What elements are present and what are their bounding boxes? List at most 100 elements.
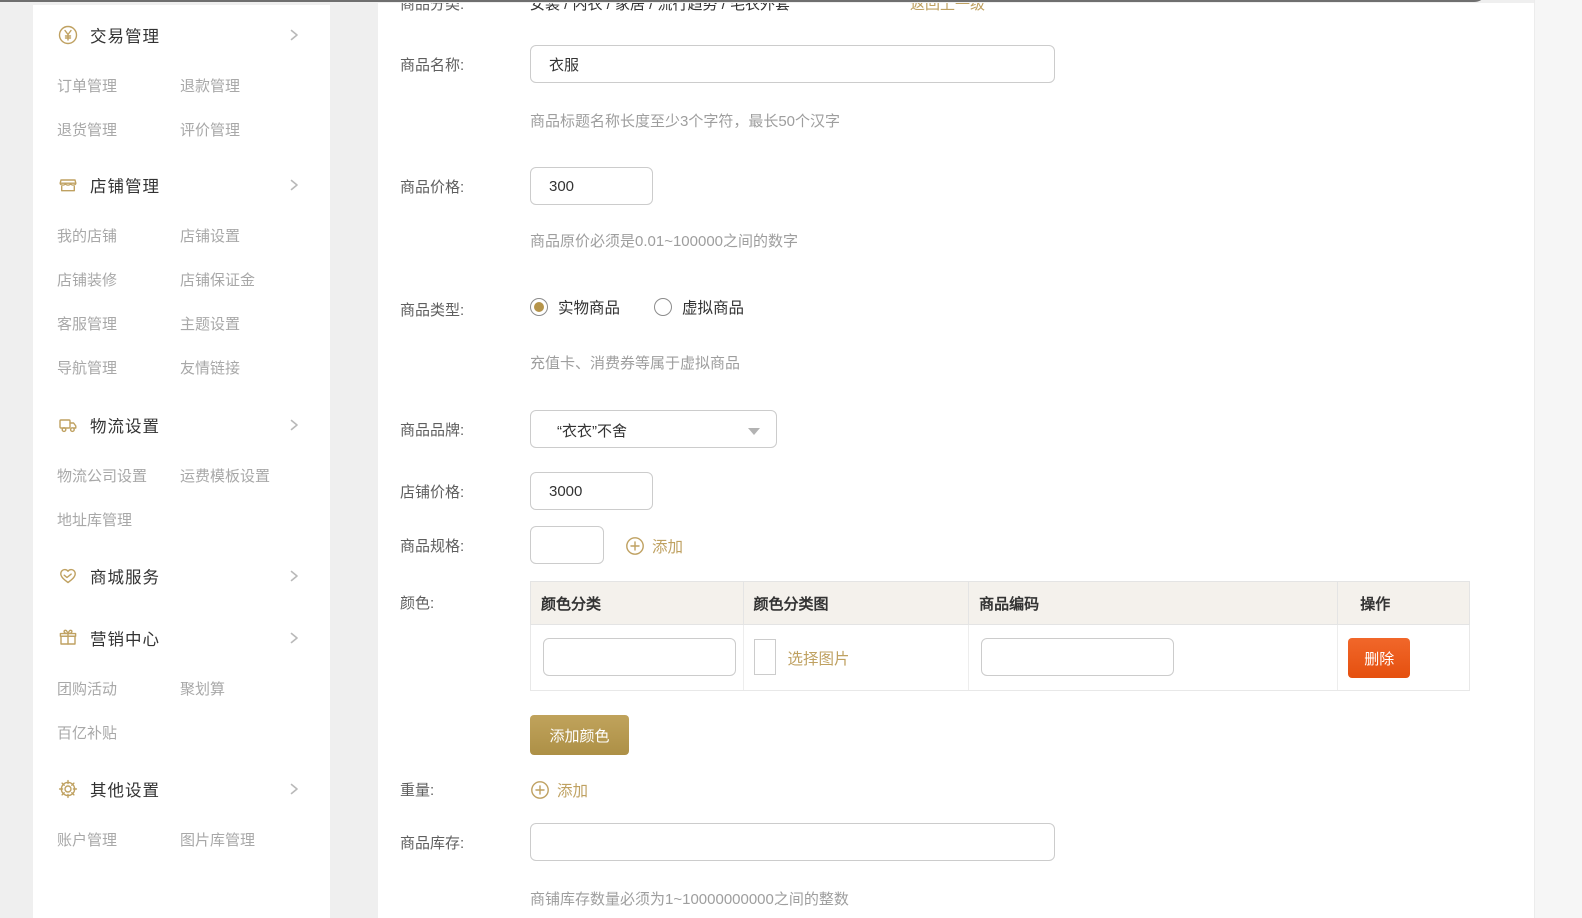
sidebar-section-store-header[interactable]: 店铺管理 [33,167,330,203]
sidebar-item-my-store[interactable]: 我的店铺 [57,225,180,246]
sidebar-section-other: 其他设置 账户管理 图片库管理 [33,771,330,861]
radio-physical-label: 实物商品 [558,296,620,318]
sidebar-section-other-header[interactable]: 其他设置 [33,771,330,807]
heart-service-icon [57,565,79,587]
radio-virtual-label: 虚拟商品 [682,296,744,318]
sidebar-item-reviews[interactable]: 评价管理 [180,119,303,140]
delete-color-button[interactable]: 删除 [1348,638,1410,678]
truck-icon [57,414,79,436]
scrollbar-track[interactable] [1534,0,1582,918]
sidebar-section-mall-service-header[interactable]: 商城服务 [33,558,330,594]
radio-virtual-product[interactable] [654,298,672,316]
color-label: 颜色: [400,592,434,613]
product-edit-page: 交易管理 订单管理 退款管理 退货管理 评价管理 [0,0,1582,918]
color-category-input[interactable] [543,638,736,676]
category-value: 女装 / 内衣 / 家居 / 流行趋势 / 毛衣外套 [530,3,790,14]
sidebar-item-group-buy[interactable]: 团购活动 [57,678,180,699]
sidebar-item-address-library[interactable]: 地址库管理 [57,509,180,530]
sidebar-item-store-settings[interactable]: 店铺设置 [180,225,303,246]
caret-down-icon [748,428,760,435]
product-name-label: 商品名称: [400,54,464,75]
product-type-radio-group: 实物商品 虚拟商品 [530,296,744,318]
brand-select-value: “衣衣”不舍 [557,420,627,441]
radio-physical-product[interactable] [530,298,548,316]
sidebar-item-refunds[interactable]: 退款管理 [180,75,303,96]
product-name-hint: 商品标题名称长度至少3个字符，最长50个汉字 [530,110,840,131]
product-type-hint: 充值卡、消费券等属于虚拟商品 [530,352,740,373]
storefront-icon [57,174,79,196]
sidebar: 交易管理 订单管理 退款管理 退货管理 评价管理 [33,5,330,918]
brand-select[interactable]: “衣衣”不舍 [530,410,777,448]
weight-label: 重量: [400,779,434,800]
weight-add-label: 添加 [557,779,588,801]
sidebar-item-orders[interactable]: 订单管理 [57,75,180,96]
sidebar-item-customer-service[interactable]: 客服管理 [57,313,180,334]
sidebar-section-marketing: 营销中心 团购活动 聚划算 百亿补贴 [33,620,330,754]
sidebar-section-logistics: 物流设置 物流公司设置 运费模板设置 地址库管理 [33,407,330,541]
stock-input[interactable] [530,823,1055,861]
sidebar-section-title: 营销中心 [90,626,286,650]
column-header-product-code: 商品编码 [968,582,1337,624]
sidebar-section-title: 交易管理 [90,23,286,47]
sidebar-section-store: 店铺管理 我的店铺 店铺设置 店铺装修 店铺保证金 客服管理 主题设置 [33,167,330,389]
gift-icon [57,627,79,649]
spec-add-link[interactable]: 添加 [625,535,683,557]
brand-label: 商品品牌: [400,419,464,440]
color-table-header: 颜色分类 颜色分类图 商品编码 操作 [530,581,1470,625]
category-label: 商品分类: [400,3,464,14]
sidebar-item-store-decoration[interactable]: 店铺装修 [57,269,180,290]
spec-label: 商品规格: [400,535,464,556]
product-type-label: 商品类型: [400,299,464,320]
chevron-right-icon[interactable] [286,568,302,584]
sidebar-item-returns[interactable]: 退货管理 [57,119,180,140]
product-price-hint: 商品原价必须是0.01~100000之间的数字 [530,230,798,251]
sidebar-section-logistics-header[interactable]: 物流设置 [33,407,330,443]
shop-price-input[interactable] [530,472,653,510]
product-form-panel: 商品分类: 女装 / 内衣 / 家居 / 流行趋势 / 毛衣外套 返回上一级 商… [378,3,1509,918]
sidebar-item-logistics-companies[interactable]: 物流公司设置 [57,465,180,486]
product-price-label: 商品价格: [400,176,464,197]
sidebar-item-store-deposit[interactable]: 店铺保证金 [180,269,303,290]
add-color-button[interactable]: 添加颜色 [530,715,629,755]
chevron-right-icon[interactable] [286,177,302,193]
sidebar-section-title: 商城服务 [90,564,286,588]
sidebar-item-billion-subsidy[interactable]: 百亿补贴 [57,722,180,743]
sidebar-section-title: 店铺管理 [90,173,286,197]
sidebar-item-navigation[interactable]: 导航管理 [57,357,180,378]
sidebar-section-title: 物流设置 [90,413,286,437]
sidebar-item-theme-settings[interactable]: 主题设置 [180,313,303,334]
color-image-box[interactable] [754,639,776,675]
color-table: 颜色分类 颜色分类图 商品编码 操作 选择图片 删除 [530,581,1470,691]
plus-circle-icon [530,780,550,800]
gear-icon [57,778,79,800]
column-header-color-image: 颜色分类图 [743,582,969,624]
sidebar-section-marketing-header[interactable]: 营销中心 [33,620,330,656]
plus-circle-icon [625,536,645,556]
spec-add-label: 添加 [652,535,683,557]
sidebar-section-title: 其他设置 [90,777,286,801]
product-name-input[interactable] [530,45,1055,83]
sidebar-item-shipping-templates[interactable]: 运费模板设置 [180,465,303,486]
chevron-right-icon[interactable] [286,417,302,433]
product-code-input[interactable] [981,638,1174,676]
sidebar-section-trade: 交易管理 订单管理 退款管理 退货管理 评价管理 [33,17,330,151]
sidebar-section-trade-header[interactable]: 交易管理 [33,17,330,53]
sidebar-item-account[interactable]: 账户管理 [57,829,180,850]
chevron-right-icon[interactable] [286,27,302,43]
product-price-input[interactable] [530,167,653,205]
sidebar-item-image-library[interactable]: 图片库管理 [180,829,303,850]
color-table-row: 选择图片 删除 [530,625,1470,691]
spec-input[interactable] [530,526,604,564]
chevron-right-icon[interactable] [286,781,302,797]
sidebar-item-juhuasuan[interactable]: 聚划算 [180,678,303,699]
category-back-link[interactable]: 返回上一级 [910,3,985,14]
yen-circle-icon [57,24,79,46]
sidebar-item-friend-links[interactable]: 友情链接 [180,357,303,378]
choose-image-link[interactable]: 选择图片 [788,647,850,669]
chevron-right-icon[interactable] [286,630,302,646]
sidebar-section-mall-service: 商城服务 [33,558,330,594]
right-gutter [1509,3,1534,918]
cutoff-top-element-border [0,0,1488,2]
stock-label: 商品库存: [400,832,464,853]
weight-add-link[interactable]: 添加 [530,779,588,801]
